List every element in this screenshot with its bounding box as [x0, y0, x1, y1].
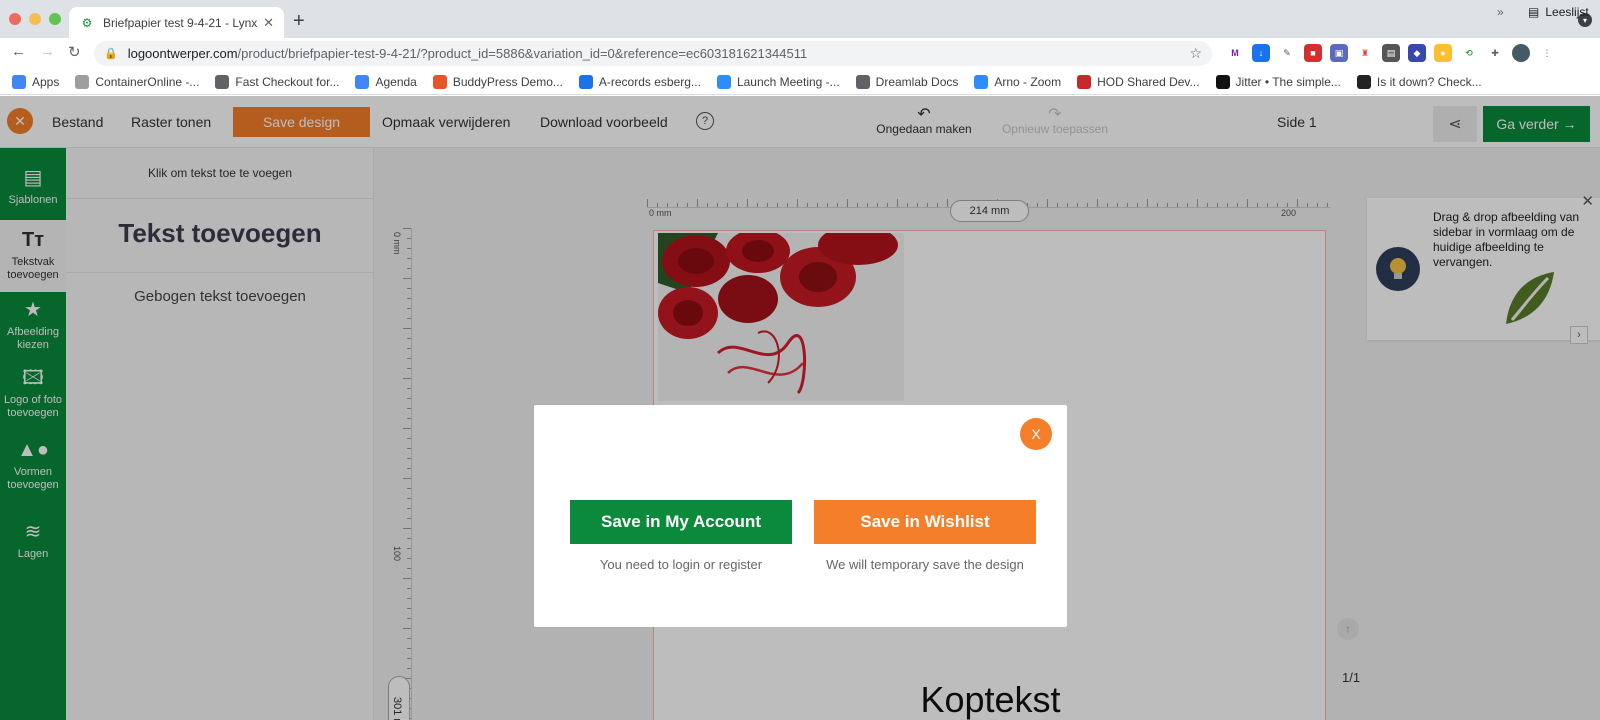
bookmark-item[interactable]: A-records esberg...	[578, 74, 701, 89]
bookmarks-overflow-button[interactable]: »	[1497, 5, 1504, 19]
save-in-wishlist-button[interactable]: Save in Wishlist	[814, 500, 1036, 544]
tab-title: Briefpapier test 9-4-21 - Lynx	[103, 15, 258, 30]
bookmark-item[interactable]: ContainerOnline -...	[75, 74, 200, 89]
browser-tab-active[interactable]: ⚙ Briefpapier test 9-4-21 - Lynx ✕	[69, 7, 284, 38]
bookmark-favicon-icon	[215, 74, 230, 89]
browser-tab-strip: ⚙ Briefpapier test 9-4-21 - Lynx ✕ + ▾	[0, 0, 1600, 38]
bookmark-item[interactable]: Launch Meeting -...	[716, 74, 840, 89]
site-favicon-icon: ⚙	[81, 15, 93, 30]
address-bar[interactable]: 🔒 logoontwerper.com/product/briefpapier-…	[94, 41, 1212, 66]
bookmark-item[interactable]: Is it down? Check...	[1356, 74, 1482, 89]
new-tab-button[interactable]: +	[293, 10, 305, 33]
counter-extension-icon[interactable]: ◆	[1408, 44, 1426, 62]
reading-list-label: Leeslijst	[1545, 5, 1589, 19]
bookmark-label: A-records esberg...	[598, 74, 701, 89]
bookmark-star-icon[interactable]: ☆	[1189, 45, 1202, 62]
window-zoom-button[interactable]	[49, 13, 61, 25]
reading-list-button[interactable]: ▤ Leeslijst	[1528, 5, 1589, 19]
bookmark-label: Agenda	[375, 74, 417, 89]
profile-avatar[interactable]	[1512, 44, 1530, 62]
forward-arrow-icon[interactable]: →	[40, 43, 55, 60]
wishlist-note: We will temporary save the design	[826, 557, 1024, 572]
extension-icons: M ↓ ✎ ■ ▣ ♜ ▤ ◆ ● ⟲ ✚ ⋮	[1226, 44, 1556, 62]
lighthouse-extension-icon[interactable]: ♜	[1356, 44, 1374, 62]
bookmark-favicon-icon	[75, 74, 90, 89]
bookmark-item[interactable]: HOD Shared Dev...	[1077, 74, 1200, 89]
bookmarks-bar: Apps ContainerOnline -... Fast Checkout fo…	[0, 69, 1600, 95]
bookmark-item[interactable]: Jitter • The simple...	[1215, 74, 1341, 89]
save-in-account-button[interactable]: Save in My Account	[570, 500, 792, 544]
tab-close-icon[interactable]: ✕	[263, 15, 274, 31]
bookmark-item[interactable]: Agenda	[355, 74, 417, 89]
bookmark-label: Is it down? Check...	[1376, 74, 1482, 89]
bookmark-item[interactable]: Apps	[12, 74, 60, 89]
url-path: /product/briefpapier-test-9-4-21/?produc…	[237, 46, 808, 61]
bookmark-favicon-icon	[1077, 74, 1092, 89]
bookmark-item[interactable]: Dreamlab Docs	[855, 74, 959, 89]
pen-extension-icon[interactable]: ✎	[1278, 44, 1296, 62]
extension-m-icon[interactable]: M	[1226, 44, 1244, 62]
bookmark-favicon-icon	[355, 74, 370, 89]
window-extension-icon[interactable]: ▤	[1382, 44, 1400, 62]
bookmark-item[interactable]: Arno - Zoom	[974, 74, 1062, 89]
cookie-extension-icon[interactable]: ●	[1434, 44, 1452, 62]
bookmark-favicon-icon	[716, 74, 731, 89]
bookmark-favicon-icon	[12, 74, 26, 89]
lock-icon: 🔒	[104, 48, 118, 60]
bookmark-favicon-icon	[578, 74, 593, 89]
browser-toolbar: ← → ↻ 🔒 logoontwerper.com/product/briefp…	[0, 38, 1600, 69]
reload-icon[interactable]: ↻	[68, 43, 81, 61]
bookmark-favicon-icon	[1356, 74, 1371, 89]
bookmark-item[interactable]: Fast Checkout for...	[215, 74, 340, 89]
bookmark-label: Arno - Zoom	[994, 74, 1062, 89]
badge-extension-icon[interactable]: ■	[1304, 44, 1322, 62]
bookmark-label: Fast Checkout for...	[235, 74, 340, 89]
refresh-extension-icon[interactable]: ⟲	[1460, 44, 1478, 62]
bookmark-label: Jitter • The simple...	[1235, 74, 1341, 89]
bookmark-label: BuddyPress Demo...	[452, 74, 563, 89]
url-host: logoontwerper.com	[127, 46, 238, 61]
browser-menu-icon[interactable]: ⋮	[1538, 44, 1556, 62]
window-close-button[interactable]	[9, 13, 21, 25]
back-arrow-icon[interactable]: ←	[11, 43, 26, 60]
bookmark-label: Dreamlab Docs	[875, 74, 959, 89]
account-note: You need to login or register	[599, 557, 763, 572]
bookmark-label: HOD Shared Dev...	[1097, 74, 1200, 89]
bookmark-favicon-icon	[1215, 74, 1230, 89]
extension-blue-icon[interactable]: ▣	[1330, 44, 1348, 62]
bookmark-favicon-icon	[432, 74, 447, 89]
bookmark-item[interactable]: BuddyPress Demo...	[432, 74, 563, 89]
save-dialog: X Save in My Account You need to login o…	[534, 405, 1067, 627]
download-extension-icon[interactable]: ↓	[1252, 44, 1270, 62]
bookmark-label: Apps	[32, 74, 60, 89]
window-minimize-button[interactable]	[29, 13, 41, 25]
bookmark-label: ContainerOnline -...	[95, 74, 200, 89]
bookmark-label: Launch Meeting -...	[736, 74, 840, 89]
puzzle-extensions-icon[interactable]: ✚	[1486, 44, 1504, 62]
dialog-close-button[interactable]: X	[1020, 418, 1052, 450]
reading-list-icon: ▤	[1528, 5, 1540, 19]
bookmark-favicon-icon	[855, 74, 870, 89]
bookmark-favicon-icon	[974, 74, 989, 89]
